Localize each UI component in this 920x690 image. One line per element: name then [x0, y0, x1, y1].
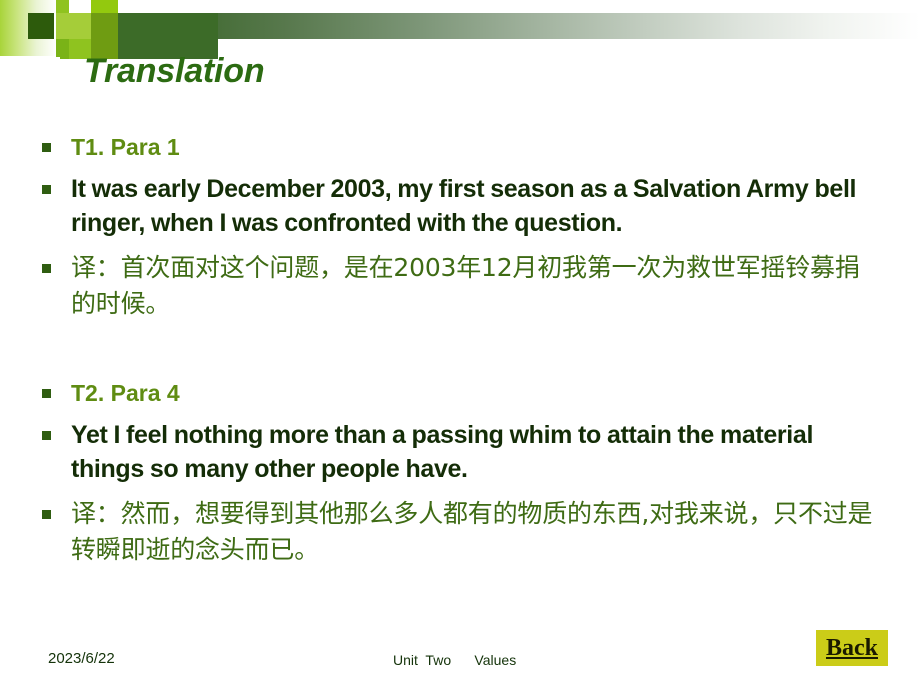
corner-square-olive-low — [56, 39, 69, 57]
list-item: 译：首次面对这个问题，是在2003年12月初我第一次为救世军摇铃募捐的时候。 — [42, 250, 882, 322]
english-text-2: Yet I feel nothing more than a passing w… — [71, 421, 814, 483]
list-item: Yet I feel nothing more than a passing w… — [42, 418, 882, 486]
list-item: T2. Para 4 — [42, 378, 882, 408]
section-heading-2: T2. Para 4 — [71, 380, 180, 406]
corner-square-lime-mid — [56, 13, 69, 39]
chinese-text-2: 译：然而，想要得到其他那么多人都有的物质的东西,对我来说，只不过是转瞬即逝的念头… — [71, 499, 873, 564]
corner-square-darkgreen — [28, 13, 54, 39]
corner-square-lightgreen — [69, 13, 91, 39]
chinese-text-1: 译：首次面对这个问题，是在2003年12月初我第一次为救世军摇铃募捐的时候。 — [71, 253, 860, 318]
list-item: T1. Para 1 — [42, 132, 882, 162]
english-text-1: It was early December 2003, my first sea… — [71, 175, 857, 237]
footer-date: 2023/6/22 — [48, 650, 115, 667]
content-body: T1. Para 1 It was early December 2003, m… — [42, 132, 882, 568]
corner-square-lime-top — [56, 0, 69, 13]
square-bullet-icon — [42, 185, 51, 194]
back-button[interactable]: Back — [816, 630, 888, 666]
list-item: It was early December 2003, my first sea… — [42, 172, 882, 240]
section-heading-1: T1. Para 1 — [71, 134, 180, 160]
corner-square-olive — [91, 13, 118, 39]
square-bullet-icon — [42, 431, 51, 440]
corner-square-brightlime — [91, 0, 118, 13]
square-bullet-icon — [42, 510, 51, 519]
square-bullet-icon — [42, 143, 51, 152]
list-item: 译：然而，想要得到其他那么多人都有的物质的东西,对我来说，只不过是转瞬即逝的念头… — [42, 496, 882, 568]
back-button-label: Back — [825, 635, 878, 661]
slide: Translation T1. Para 1 It was early Dece… — [0, 0, 920, 690]
footer-center-label: Unit Two Values — [393, 652, 517, 668]
square-bullet-icon — [42, 264, 51, 273]
square-bullet-icon — [42, 389, 51, 398]
page-title: Translation — [84, 52, 265, 90]
